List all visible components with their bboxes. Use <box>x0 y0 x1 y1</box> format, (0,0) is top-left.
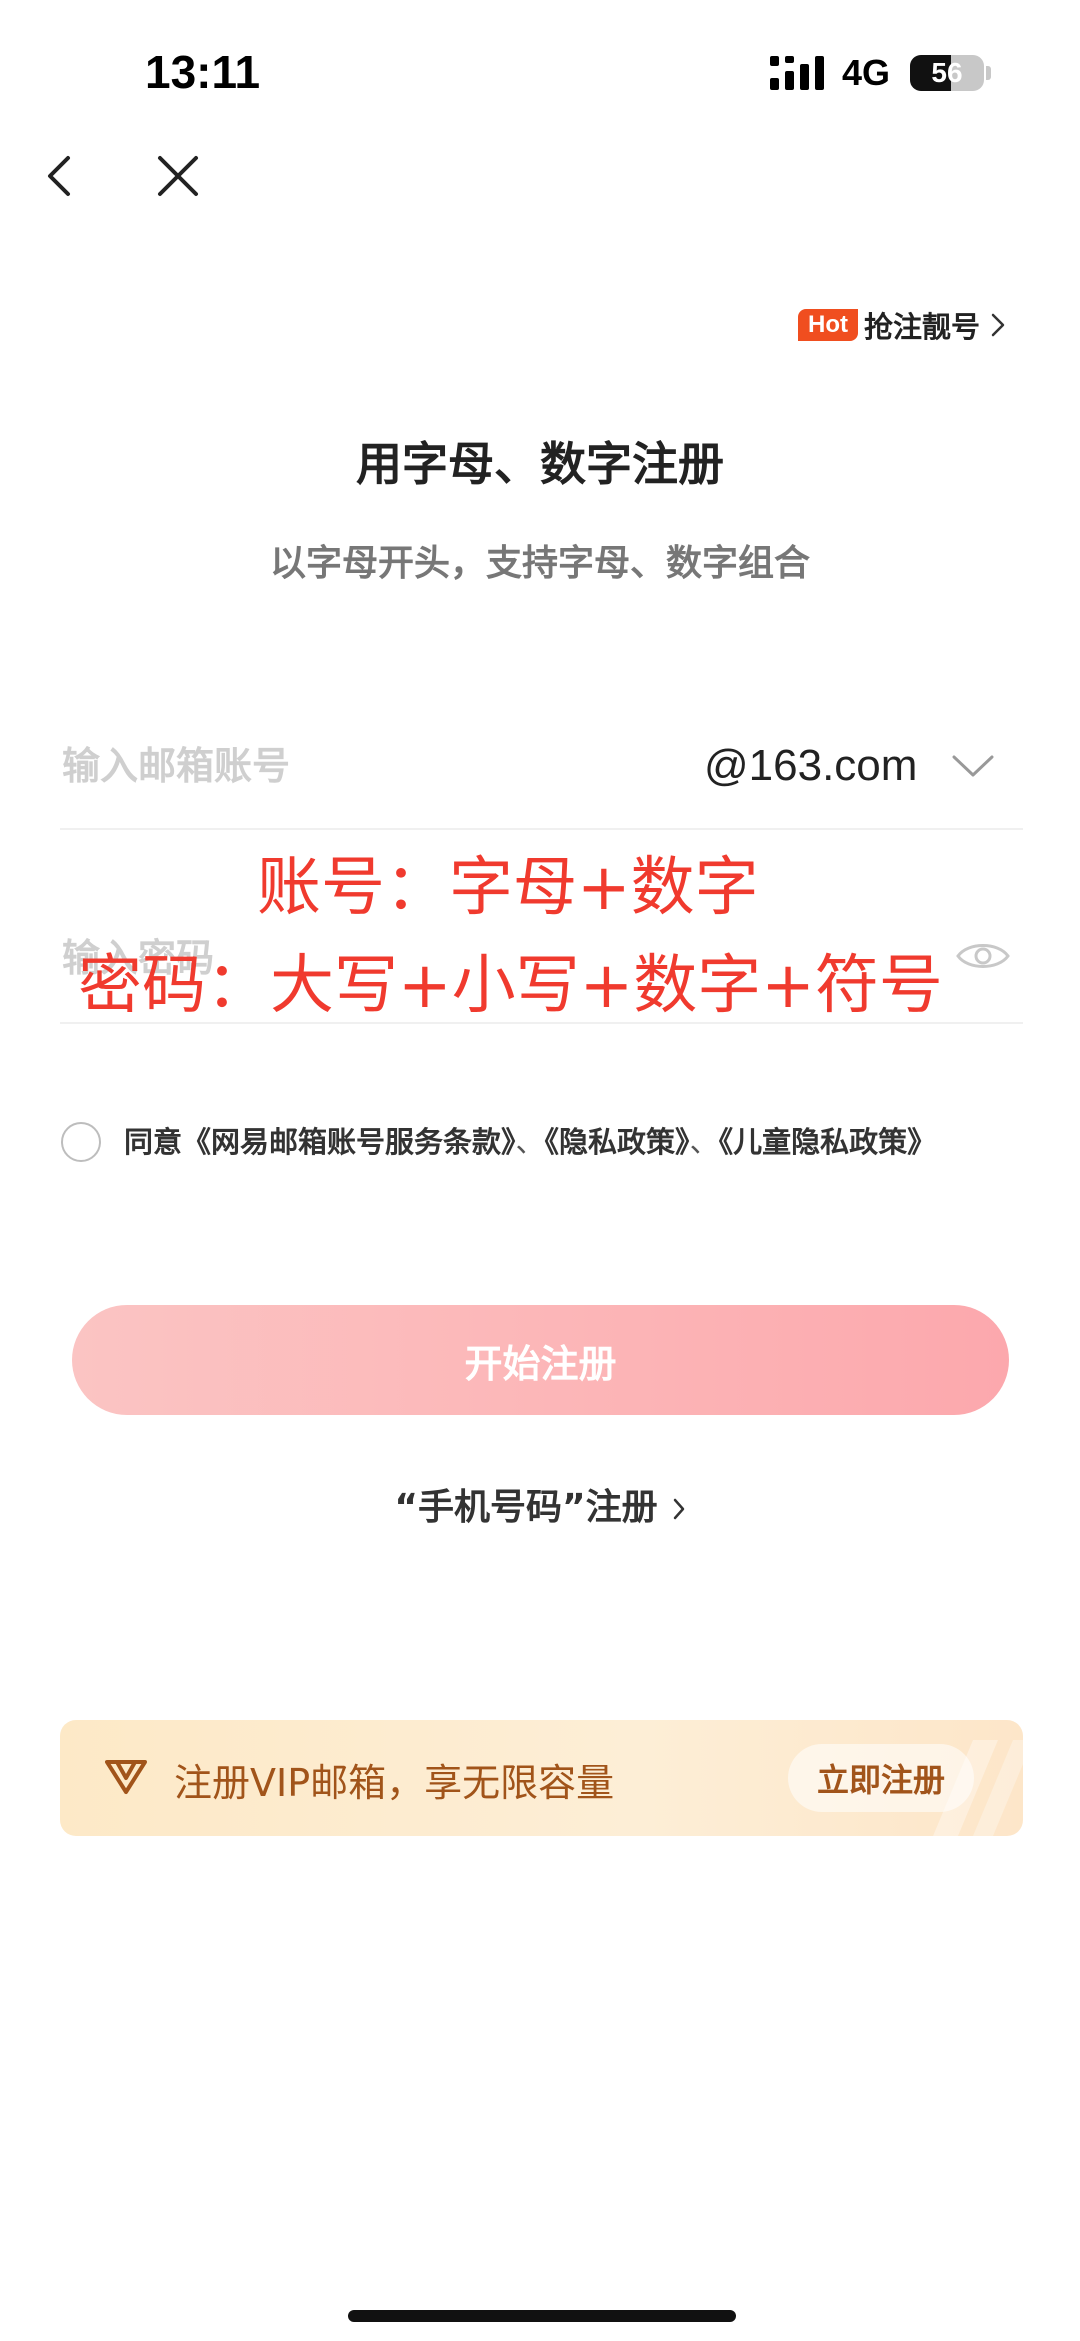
annotation-account-rule: 账号：字母+数字 <box>257 851 759 925</box>
eye-icon[interactable] <box>955 938 1011 974</box>
page-subtitle: 以字母开头，支持字母、数字组合 <box>269 543 810 584</box>
email-account-input[interactable] <box>62 736 622 796</box>
child-privacy-link[interactable]: 《儿童隐私政策》 <box>719 1125 937 1159</box>
agreement-text: 同意《网易邮箱账号服务条款》、《隐私政策》、《儿童隐私政策》 <box>124 1124 1004 1161</box>
back-button[interactable] <box>30 146 90 206</box>
home-indicator[interactable] <box>348 2310 736 2322</box>
agreement-prefix: 同意 <box>124 1125 183 1159</box>
chevron-right-icon <box>673 1498 684 1520</box>
terms-link[interactable]: 《网易邮箱账号服务条款》 <box>182 1125 516 1159</box>
domain-select[interactable]: @163.com <box>704 736 995 796</box>
close-icon <box>158 156 198 196</box>
domain-value: @163.com <box>704 741 918 790</box>
chevron-down-icon <box>952 755 994 777</box>
chevron-right-icon <box>991 313 1005 337</box>
vip-banner[interactable]: 注册VIP邮箱，享无限容量 立即注册 <box>60 1720 1023 1836</box>
hot-badge: Hot <box>798 309 858 341</box>
network-type: 4G <box>842 52 891 93</box>
status-time: 13:11 <box>145 46 261 98</box>
hot-link-label: 抢注靓号 <box>863 310 980 344</box>
vip-register-button[interactable]: 立即注册 <box>788 1744 974 1812</box>
page-title: 用字母、数字注册 <box>356 437 724 491</box>
vip-logo-icon <box>105 1760 147 1794</box>
agreement-separator: 、 <box>689 1125 719 1159</box>
battery-tip <box>986 66 991 80</box>
agree-checkbox[interactable] <box>61 1122 101 1162</box>
privacy-link[interactable]: 《隐私政策》 <box>545 1125 690 1159</box>
signal-icon <box>770 56 824 90</box>
battery-level: 56 <box>931 57 963 88</box>
chevron-left-icon <box>48 156 70 196</box>
start-register-button[interactable]: 开始注册 <box>72 1305 1009 1415</box>
agreement-separator: 、 <box>515 1125 545 1159</box>
battery-icon: 56 <box>910 55 984 91</box>
divider <box>60 828 1023 830</box>
phone-register-link[interactable]: “手机号码”注册 <box>0 1478 1080 1530</box>
close-button[interactable] <box>148 146 208 206</box>
phone-register-label: “手机号码”注册 <box>394 1487 658 1528</box>
hot-number-link[interactable]: Hot 抢注靓号 <box>798 300 1006 350</box>
annotation-password-rule: 密码：大写+小写+数字+符号 <box>78 949 943 1023</box>
vip-text: 注册VIP邮箱，享无限容量 <box>174 1761 615 1805</box>
